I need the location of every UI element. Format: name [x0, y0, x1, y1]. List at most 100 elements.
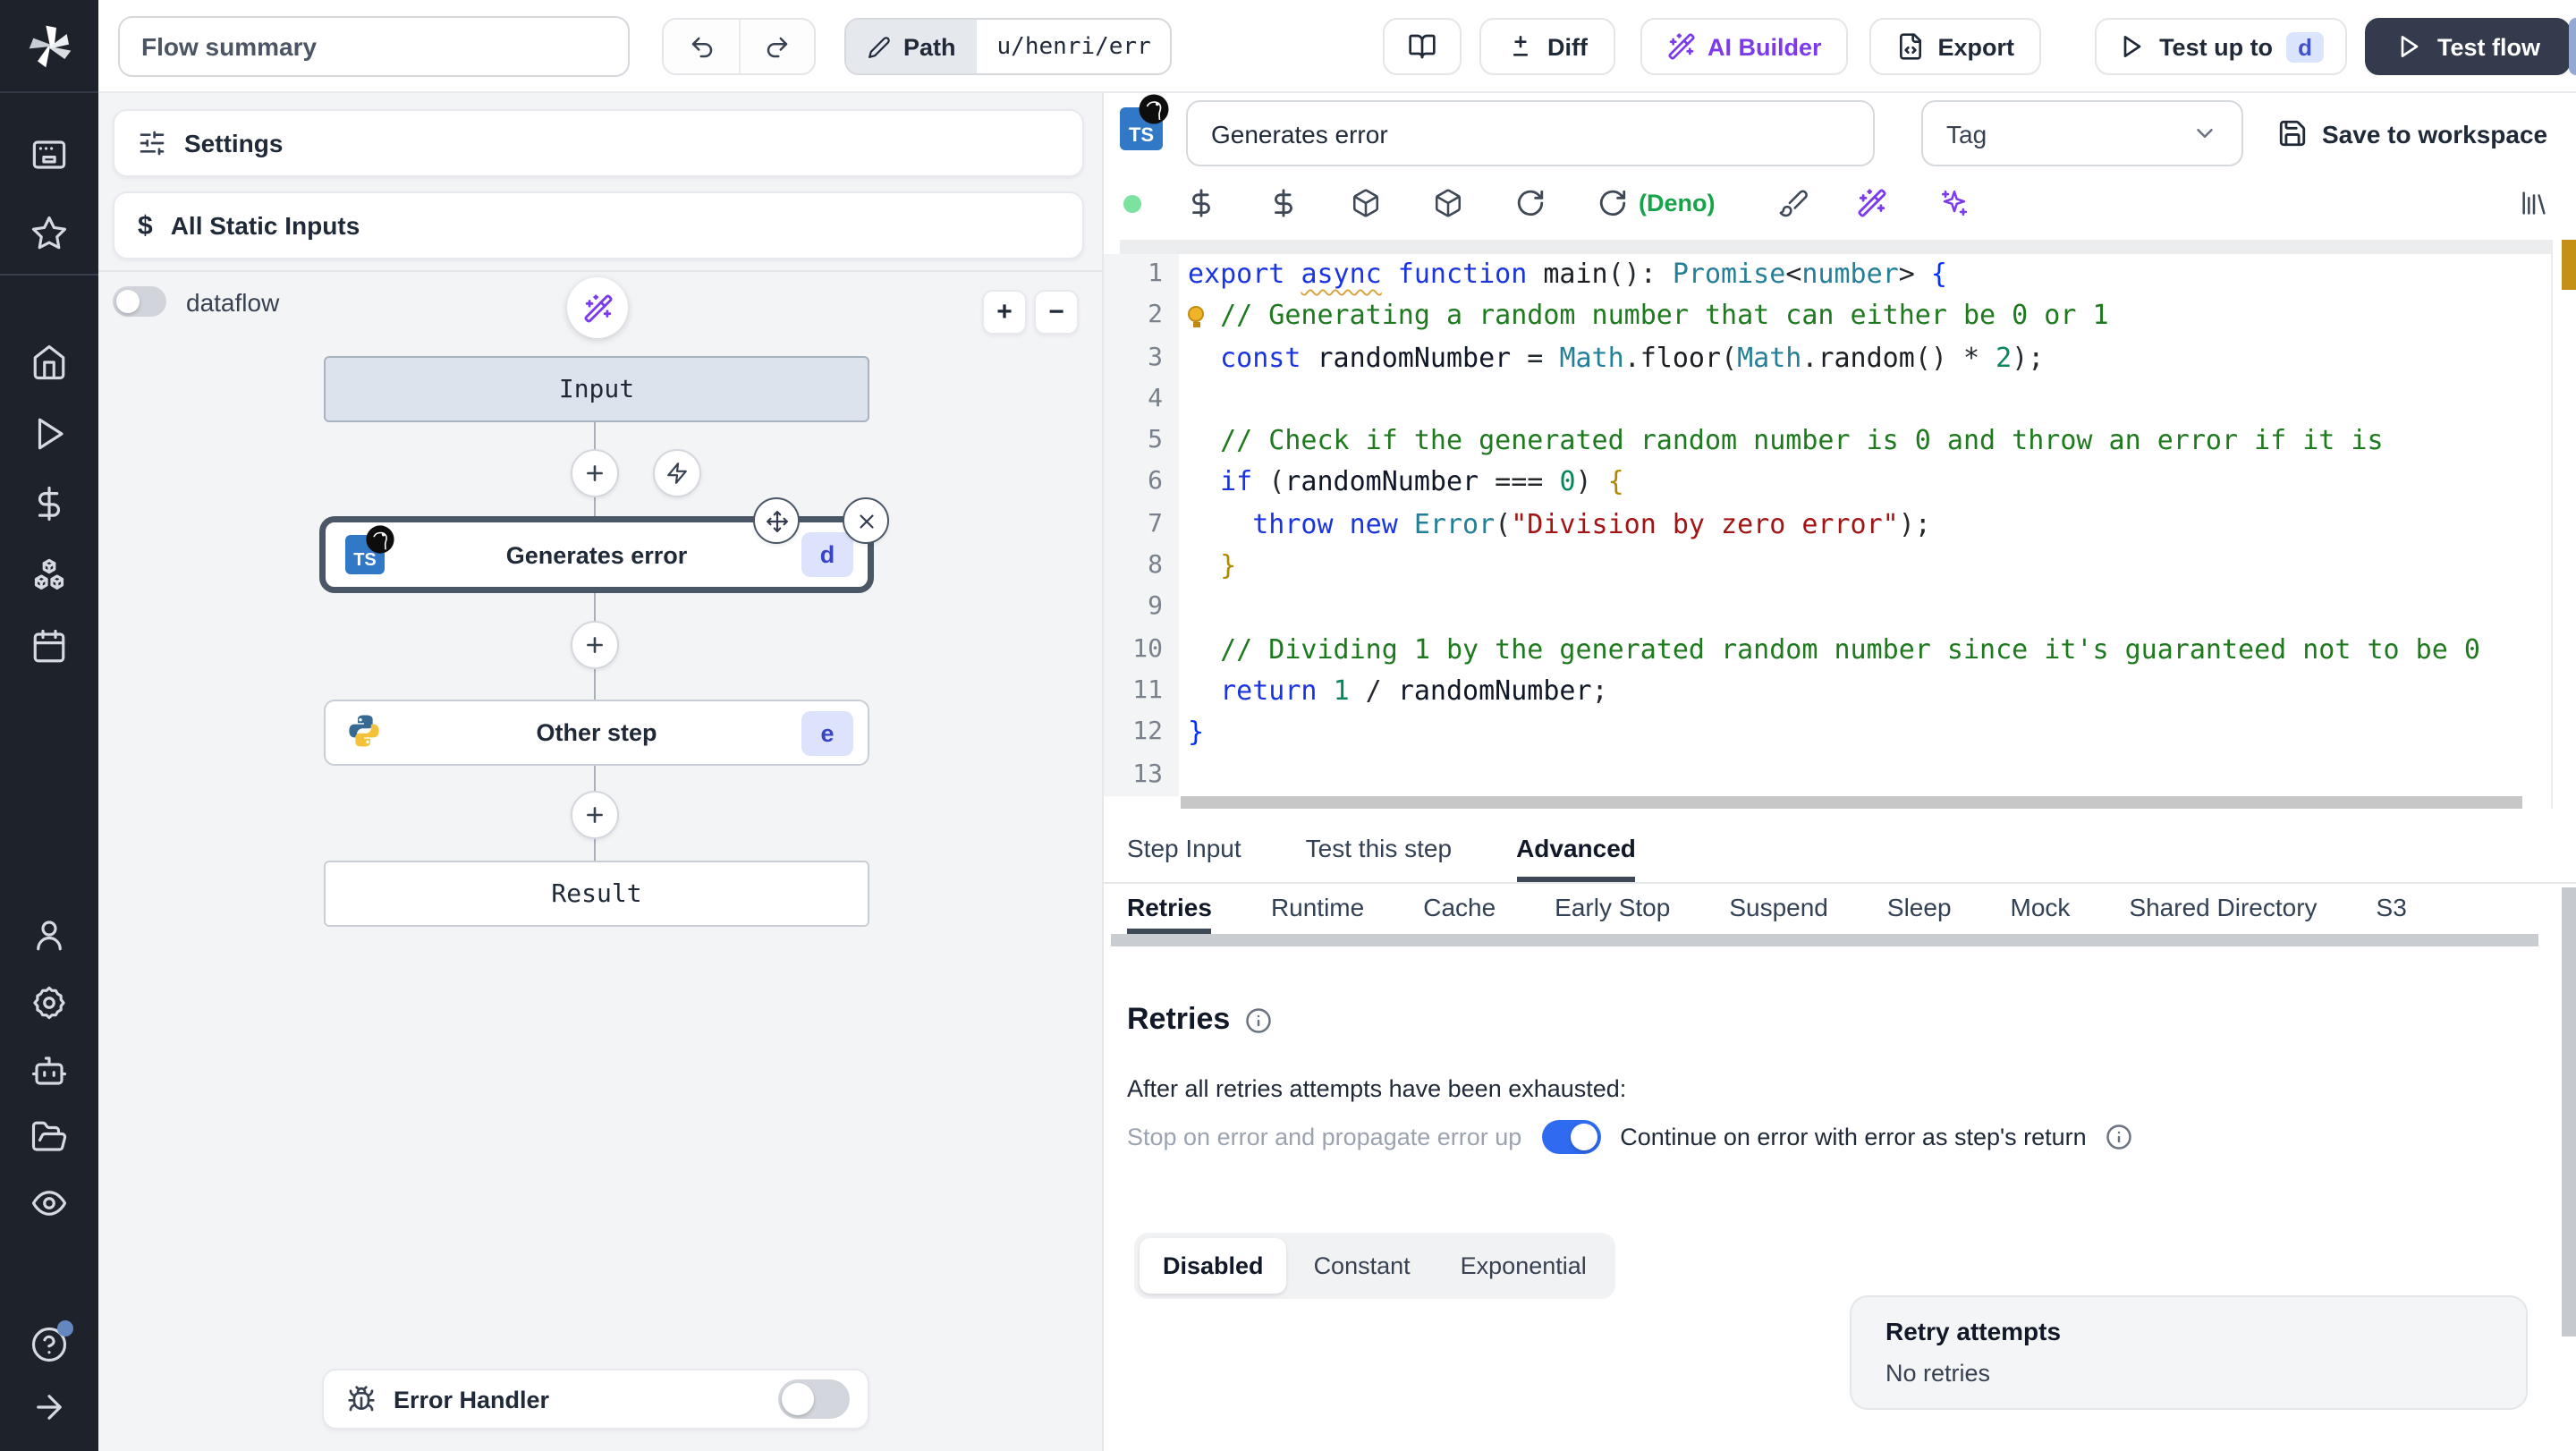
- library-button[interactable]: [2519, 188, 2549, 218]
- save-to-workspace-button[interactable]: Save to workspace: [2277, 100, 2547, 166]
- redo-icon: [767, 36, 788, 57]
- subtab-sleep[interactable]: Sleep: [1887, 884, 1952, 934]
- package-button[interactable]: [1351, 188, 1381, 218]
- variable-picker-button[interactable]: [1186, 188, 1216, 218]
- subtab-s3[interactable]: S3: [2377, 884, 2407, 934]
- subtab-runtime[interactable]: Runtime: [1271, 884, 1364, 934]
- star-icon: [31, 216, 67, 250]
- sidebar-item-audit[interactable]: [30, 1184, 68, 1222]
- line-number: 5: [1104, 420, 1179, 462]
- runtime-reload-button[interactable]: [1597, 188, 1628, 218]
- code-line-content: export async function main(): Promise<nu…: [1188, 258, 1947, 290]
- runtime-label[interactable]: (Deno): [1639, 190, 1716, 216]
- trigger-button[interactable]: [653, 449, 701, 497]
- code-editor[interactable]: 1 export async function main(): Promise<n…: [1104, 240, 2576, 809]
- insert-step-button[interactable]: [571, 791, 619, 839]
- package-lock-button[interactable]: [1433, 188, 1463, 218]
- ai-builder-button[interactable]: AI Builder: [1640, 18, 1849, 75]
- code-line-content: throw new Error("Division by zero error"…: [1252, 507, 1931, 540]
- line-number: 1: [1104, 254, 1179, 296]
- file-code-icon: [1900, 33, 1922, 60]
- line-number: 13: [1104, 754, 1179, 796]
- panel-vertical-scrollbar[interactable]: [2562, 887, 2576, 1336]
- info-icon[interactable]: [2106, 1124, 2133, 1150]
- step-name-input[interactable]: [1186, 100, 1875, 166]
- flow-summary-input[interactable]: [118, 16, 630, 77]
- code-line: 7 throw new Error("Division by zero erro…: [1104, 504, 2553, 547]
- sidebar-item-resources[interactable]: [30, 556, 68, 594]
- step-node-other-step[interactable]: Other step e: [324, 700, 869, 766]
- docs-button[interactable]: [1383, 18, 1462, 75]
- tag-select[interactable]: Tag: [1921, 100, 2243, 166]
- sidebar-item-folders[interactable]: [30, 1118, 68, 1156]
- windmill-logo[interactable]: [0, 0, 98, 93]
- retry-attempts-title: Retry attempts: [1885, 1317, 2062, 1345]
- reload-button[interactable]: [1515, 188, 1546, 218]
- delete-step-button[interactable]: [843, 497, 889, 544]
- sidebar-item-collapse[interactable]: [30, 1388, 68, 1426]
- export-button[interactable]: Export: [1869, 18, 2042, 75]
- left-rail: [0, 0, 98, 1451]
- retry-mode-disabled[interactable]: Disabled: [1140, 1238, 1287, 1294]
- dollar-icon: [38, 486, 61, 522]
- error-handler-card[interactable]: Error Handler: [322, 1369, 869, 1430]
- sidebar-item-apps[interactable]: [30, 136, 68, 174]
- subtab-suspend[interactable]: Suspend: [1729, 884, 1828, 934]
- result-node[interactable]: Result: [324, 861, 869, 927]
- ai-edit-button[interactable]: [1857, 188, 1887, 218]
- input-node[interactable]: Input: [324, 356, 869, 422]
- right-edge-panel-sliver: [2569, 18, 2576, 75]
- toggle-knob: [1570, 1124, 1597, 1150]
- tab-test-this-step[interactable]: Test this step: [1306, 819, 1452, 882]
- test-flow-button[interactable]: Test flow: [2365, 18, 2571, 75]
- subtab-mock[interactable]: Mock: [2011, 884, 2071, 934]
- subtabs-horizontal-scrollbar[interactable]: [1111, 934, 2538, 946]
- test-up-to-button[interactable]: Test up to d: [2095, 18, 2348, 75]
- move-step-button[interactable]: [753, 497, 800, 544]
- error-handler-toggle[interactable]: [778, 1379, 850, 1419]
- line-number: 12: [1104, 712, 1179, 755]
- continue-on-error-toggle[interactable]: [1541, 1120, 1601, 1154]
- undo-button[interactable]: [664, 20, 739, 73]
- retry-mode-exponential[interactable]: Exponential: [1437, 1238, 1610, 1294]
- resource-picker-button[interactable]: [1268, 188, 1299, 218]
- warning-overview-marker: [2562, 240, 2576, 290]
- sidebar-item-runs[interactable]: [30, 415, 68, 453]
- topbar-actions: Diff AI Builder Export Test up to d Test …: [1383, 18, 2571, 75]
- toggle-knob: [782, 1383, 814, 1415]
- python-icon: [349, 714, 379, 746]
- subtab-shared-directory[interactable]: Shared Directory: [2129, 884, 2317, 934]
- result-node-label: Result: [551, 879, 642, 908]
- editor-horizontal-scrollbar[interactable]: [1181, 796, 2522, 809]
- subtab-cache[interactable]: Cache: [1423, 884, 1496, 934]
- tab-advanced[interactable]: Advanced: [1516, 819, 1636, 882]
- subtab-early-stop[interactable]: Early Stop: [1555, 884, 1670, 934]
- sidebar-item-assistant[interactable]: [30, 1052, 68, 1090]
- code-line-content: const randomNumber = Math.floor(Math.ran…: [1220, 341, 2045, 374]
- format-code-button[interactable]: [1778, 188, 1809, 218]
- sidebar-item-favorites[interactable]: [30, 215, 68, 252]
- insert-step-button[interactable]: [571, 621, 619, 669]
- retry-mode-constant[interactable]: Constant: [1291, 1238, 1434, 1294]
- path-value[interactable]: u/henri/err: [977, 20, 1171, 73]
- sidebar-item-variables[interactable]: [30, 485, 68, 522]
- sidebar-item-schedules[interactable]: [30, 628, 68, 666]
- sidebar-item-settings[interactable]: [30, 984, 68, 1022]
- sidebar-item-home[interactable]: [30, 344, 68, 381]
- topbar: Path u/henri/err Diff AI Builder Export …: [98, 0, 2576, 93]
- redo-button[interactable]: [739, 20, 814, 73]
- subtab-retries[interactable]: Retries: [1127, 884, 1212, 934]
- code-line: 11 return 1 / randomNumber;: [1104, 670, 2553, 713]
- sidebar-item-help[interactable]: [30, 1320, 73, 1363]
- gear-icon: [33, 986, 65, 1020]
- ai-sparkles-button[interactable]: [1939, 188, 1970, 218]
- path-button[interactable]: Path: [846, 20, 978, 73]
- code-line: 2 // Generating a random number that can…: [1104, 295, 2553, 338]
- step-language-icon-wrap: TS: [1120, 94, 1169, 150]
- editor-scrollbar-zone[interactable]: [2551, 240, 2576, 809]
- sidebar-item-account[interactable]: [30, 916, 68, 954]
- tab-step-input[interactable]: Step Input: [1127, 819, 1241, 882]
- diff-button[interactable]: Diff: [1479, 18, 1614, 75]
- insert-step-button[interactable]: [571, 449, 619, 497]
- info-icon[interactable]: [1244, 1006, 1271, 1033]
